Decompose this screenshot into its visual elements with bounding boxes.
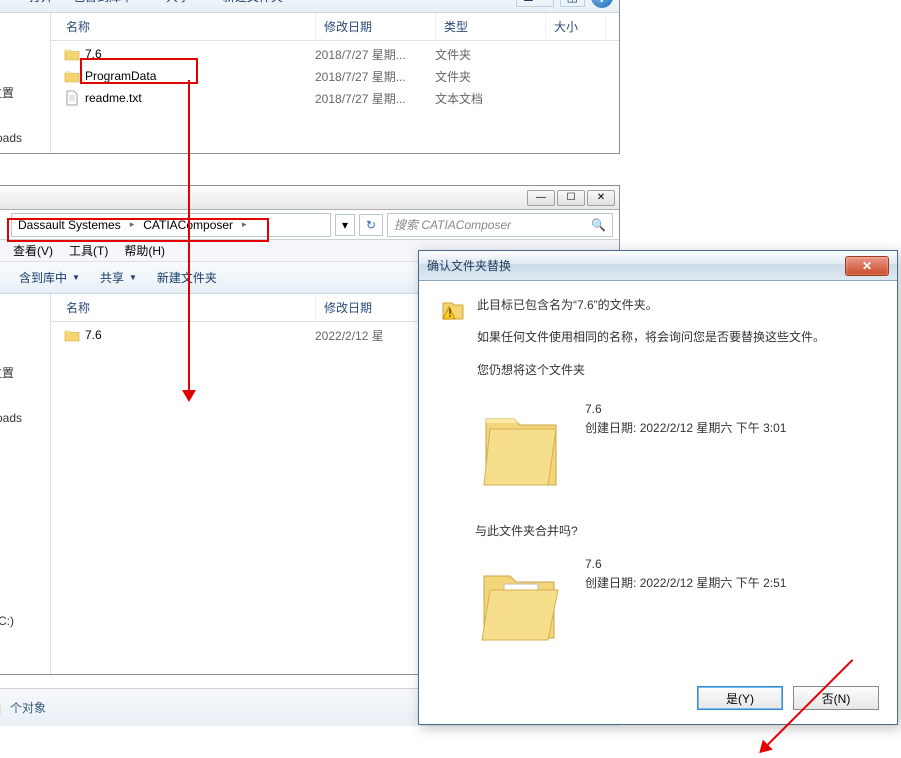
chevron-down-icon: ▼ [195,0,203,1]
second-sidebar-drives: s7 (C:) D:) E:) [0,610,50,676]
sidebar-item[interactable]: E:) [0,654,50,676]
dialog-line1: 此目标已包含名为“7.6”的文件夹。 [477,295,825,315]
dialog-line3: 您仍想将这个文件夹 [477,360,825,380]
merge-question: 与此文件夹合并吗? [475,522,879,539]
src-folder-name: 7.6 [585,555,786,574]
folder-icon [63,67,81,85]
confirm-replace-dialog: 确认文件夹替换 ✕ ! 此目标已包含名为“7.6”的文件夹。 如果任何文件使用相… [418,250,898,725]
file-type: 文件夹 [435,68,545,85]
yes-button[interactable]: 是(Y) [697,686,783,710]
search-icon: 🔍 [591,218,606,232]
file-date: 2018/7/27 星期... [315,46,435,63]
sidebar-item[interactable]: 的位置 [0,80,50,105]
folder-icon [0,699,2,717]
dialog-close-button[interactable]: ✕ [845,256,889,276]
svg-text:!: ! [448,306,452,320]
dialog-body: ! 此目标已包含名为“7.6”的文件夹。 如果任何文件使用相同的名称，将会询问您… [419,281,897,689]
help-icon[interactable]: ? [591,0,613,8]
open-button[interactable]: 打开 [21,0,61,8]
file-type: 文件夹 [435,46,545,63]
file-name: 7.6 [85,328,315,342]
col-size[interactable]: 大小 [546,13,606,40]
search-input[interactable]: 搜索 CATIAComposer 🔍 [387,213,613,237]
minimize-button[interactable]: — [527,190,555,206]
column-headers: 名称 修改日期 类型 大小 [51,13,619,41]
include-library-button[interactable]: 包含到库中▼ [65,0,154,8]
txt-icon [63,89,81,107]
col-type[interactable]: 类型 [436,13,546,40]
file-date: 2018/7/27 星期... [315,90,435,107]
col-date[interactable]: 修改日期 [316,13,436,40]
maximize-button[interactable]: ☐ [557,190,585,206]
src-folder-block: 7.6 创建日期: 2022/2/12 星期六 下午 2:51 [475,549,879,659]
file-name: readme.txt [85,91,315,105]
sidebar-item[interactable]: wnloads [0,407,50,429]
created-label: 创建日期: [585,576,636,590]
file-row[interactable]: readme.txt 2018/7/27 星期... 文本文档 [51,87,619,109]
share-button[interactable]: 共享▼ [92,266,145,289]
folder-large-icon [475,394,567,504]
folder-open-large-icon [475,549,567,659]
include-library-button[interactable]: 含到库中▼ [11,266,88,289]
top-toolbar: 打开 包含到库中▼ 共享▼ 新建文件夹 ☰ ▼ ◫ ? [0,0,619,13]
sidebar-item[interactable]: wnloads [0,127,50,149]
file-type: 文本文档 [435,90,545,107]
sidebar-item[interactable]: D:) [0,632,50,654]
address-dropdown[interactable]: ▾ [335,214,355,236]
status-text: 个对象 [10,699,46,716]
folder-icon [63,45,81,63]
annotation-box [7,218,269,242]
col-name[interactable]: 名称 [51,13,316,40]
sidebar-item[interactable]: s7 (C:) [0,610,50,632]
dest-created: 2022/2/12 星期六 下午 3:01 [640,421,787,435]
top-sidebar: 的位置 rive wnloads [0,80,50,149]
share-button[interactable]: 共享▼ [158,0,211,8]
second-sidebar: 的位置 rive wnloads [0,360,50,429]
view-options-button[interactable]: ☰ ▼ [516,0,554,7]
annotation-arrow-down [188,80,190,400]
new-folder-button[interactable]: 新建文件夹 [215,0,291,8]
new-folder-button[interactable]: 新建文件夹 [149,266,225,289]
dialog-line2: 如果任何文件使用相同的名称，将会询问您是否要替换这些文件。 [477,327,825,347]
dialog-title: 确认文件夹替换 [427,257,511,274]
annotation-box [80,58,198,84]
dest-folder-name: 7.6 [585,400,786,419]
dialog-buttons: 是(Y) 否(N) [697,686,879,710]
file-date: 2018/7/27 星期... [315,68,435,85]
sidebar-item[interactable]: 的位置 [0,360,50,385]
dest-folder-block: 7.6 创建日期: 2022/2/12 星期六 下午 3:01 [475,394,879,504]
warning-folder-icon: ! [439,295,467,323]
dialog-titlebar: 确认文件夹替换 ✕ [419,251,897,281]
menu-view[interactable]: 查看(V) [5,240,61,261]
preview-pane-button[interactable]: ◫ [560,0,585,7]
col-name[interactable]: 名称 [51,294,316,321]
refresh-button[interactable]: ↻ [359,214,383,236]
search-placeholder: 搜索 CATIAComposer [394,216,511,233]
close-button[interactable]: ✕ [587,190,615,206]
folder-icon [63,326,81,344]
src-created: 2022/2/12 星期六 下午 2:51 [640,576,787,590]
sidebar-item[interactable]: rive [0,105,50,127]
file-date: 2022/2/12 星 [315,327,435,344]
menu-help[interactable]: 帮助(H) [116,240,173,261]
menu-tools[interactable]: 工具(T) [61,240,116,261]
sidebar-item[interactable]: rive [0,385,50,407]
chevron-down-icon: ▼ [138,0,146,1]
created-label: 创建日期: [585,421,636,435]
window-controls: — ☐ ✕ [0,186,619,210]
